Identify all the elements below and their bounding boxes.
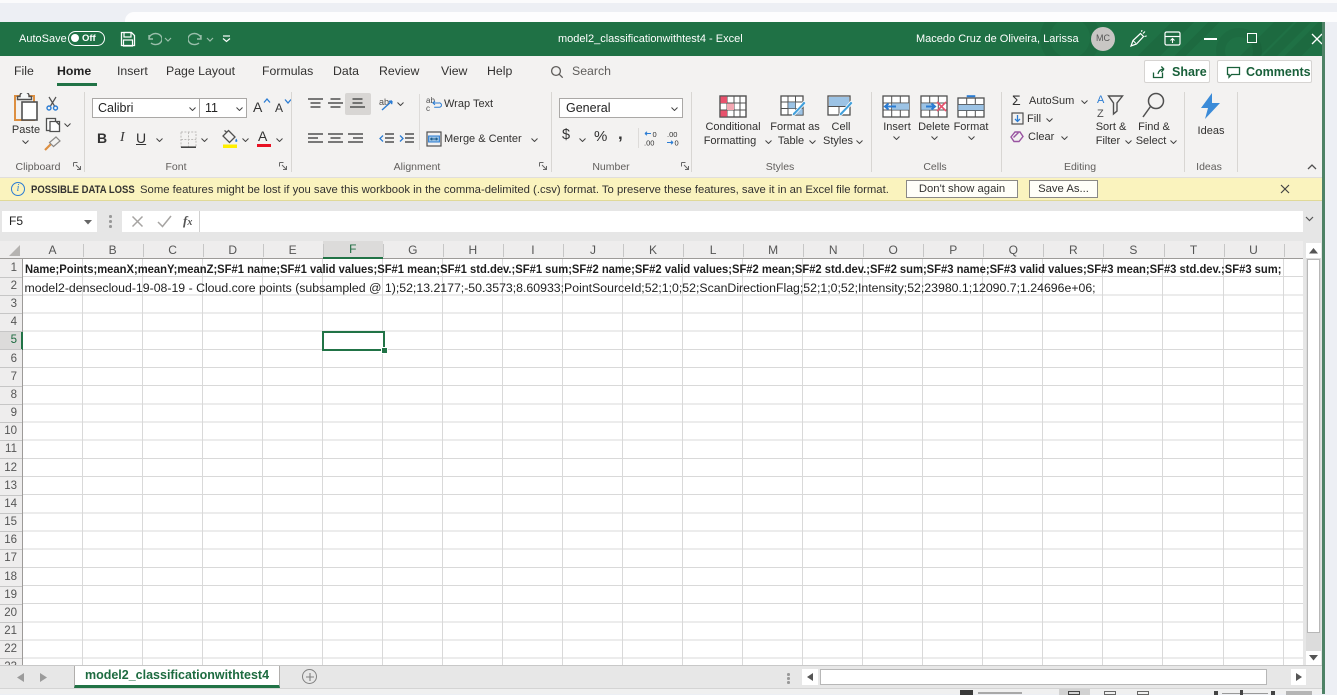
svg-text:.00: .00 [644, 139, 654, 147]
svg-text:0: 0 [675, 139, 679, 147]
svg-text:c: c [426, 104, 430, 112]
svg-text:Z: Z [1097, 108, 1104, 120]
svg-text:A: A [1097, 94, 1105, 106]
